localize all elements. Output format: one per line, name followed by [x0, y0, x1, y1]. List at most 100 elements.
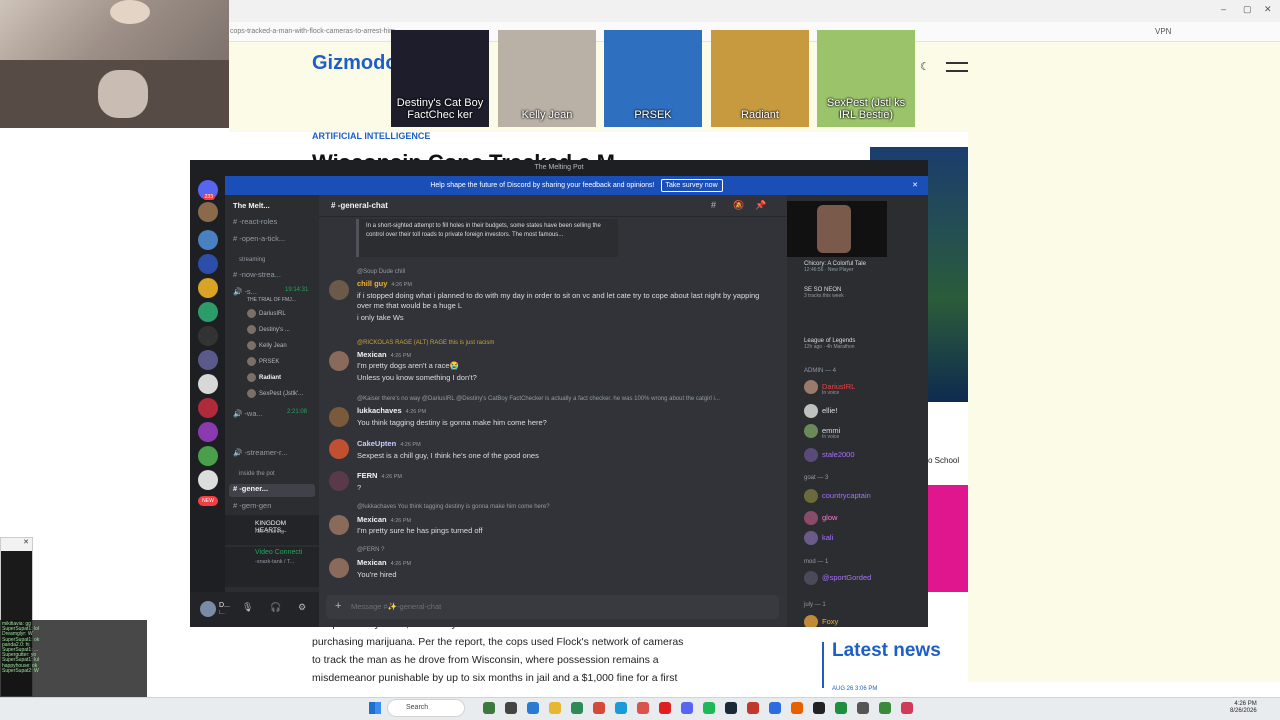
- avatar[interactable]: [329, 471, 349, 491]
- pin-icon[interactable]: 📌: [755, 200, 766, 211]
- channel-gem-gen[interactable]: # -gem-gen: [233, 501, 271, 510]
- server-icon[interactable]: [198, 202, 218, 222]
- ad-image[interactable]: [928, 485, 968, 592]
- taskbar-app-icon[interactable]: [505, 702, 517, 714]
- avatar[interactable]: [329, 558, 349, 578]
- taskbar-app-icon[interactable]: [747, 702, 759, 714]
- taskbar-app-icon[interactable]: [901, 702, 913, 714]
- add-attachment-icon[interactable]: +: [335, 600, 341, 612]
- server-icon[interactable]: [198, 374, 218, 394]
- taskbar-app-icon[interactable]: [549, 702, 561, 714]
- member-item[interactable]: countrycaptain: [804, 489, 871, 503]
- taskbar-app-icon[interactable]: [813, 702, 825, 714]
- voice-channel[interactable]: 🔊 -s...: [233, 287, 257, 296]
- channel-streamer-r[interactable]: 🔊 -streamer-r...: [233, 448, 287, 457]
- taskbar-app-icon[interactable]: [483, 702, 495, 714]
- activity-panel[interactable]: KINGDOM HEARTS... Not Sharing: [225, 515, 319, 545]
- voice-user[interactable]: DariusIRL: [247, 309, 286, 318]
- member-activity[interactable]: League of Legends 12h ago · 4h Marathon: [804, 338, 855, 350]
- member-item[interactable]: glow: [804, 511, 837, 525]
- avatar[interactable]: [200, 601, 216, 617]
- reply-preview[interactable]: @lukkachaves You think tagging destiny i…: [357, 504, 550, 510]
- member-activity[interactable]: Chicory: A Colorful Tale 12:46:56 · New P…: [804, 261, 866, 273]
- member-item[interactable]: emmi In voice: [804, 424, 840, 440]
- taskbar-app-icon[interactable]: [835, 702, 847, 714]
- voice-panel[interactable]: Video Connecti -snark-tank / T...: [225, 547, 319, 587]
- server-name[interactable]: The Melt...: [233, 201, 270, 210]
- taskbar-search[interactable]: Search: [387, 699, 465, 717]
- taskbar-app-icon[interactable]: [879, 702, 891, 714]
- new-badge[interactable]: NEW: [198, 496, 218, 506]
- taskbar-app-icon[interactable]: [637, 702, 649, 714]
- taskbar-app-icon[interactable]: [593, 702, 605, 714]
- taskbar-app-icon[interactable]: [659, 702, 671, 714]
- server-icon[interactable]: [198, 254, 218, 274]
- taskbar-app-icon[interactable]: [571, 702, 583, 714]
- link-embed[interactable]: In a short-sighted attempt to fill holes…: [356, 219, 618, 257]
- headphones-icon[interactable]: 🎧: [270, 602, 281, 613]
- close-icon[interactable]: ✕: [1, 538, 32, 551]
- side-headline-fragment[interactable]: o School: [928, 456, 959, 465]
- member-item[interactable]: DariusIRL In voice: [804, 380, 855, 396]
- stream-preview[interactable]: [787, 201, 887, 257]
- category-streaming[interactable]: streaming: [239, 257, 265, 263]
- avatar[interactable]: [329, 280, 349, 300]
- message-author[interactable]: CakeUpten 4:26 PM: [357, 439, 421, 448]
- close-icon[interactable]: ✕: [912, 176, 918, 195]
- taskbar-app-icon[interactable]: [527, 702, 539, 714]
- channel-react-roles[interactable]: # -react-roles: [233, 217, 277, 226]
- discord-taskbar-icon[interactable]: [681, 702, 693, 714]
- message-author[interactable]: chill guy 4:26 PM: [357, 279, 412, 288]
- voice-user[interactable]: Destiny's ...: [247, 325, 290, 334]
- taskbar-app-icon[interactable]: [857, 702, 869, 714]
- channel-now-streaming[interactable]: # -now-strea...: [233, 270, 281, 279]
- server-icon[interactable]: [198, 302, 218, 322]
- message-author[interactable]: Mexican 4:26 PM: [357, 350, 411, 359]
- url-text[interactable]: cops-tracked-a-man-with-flock-cameras-to…: [230, 28, 395, 35]
- article-category[interactable]: ARTIFICIAL INTELLIGENCE: [312, 131, 430, 141]
- taskbar-app-icon[interactable]: [791, 702, 803, 714]
- message-author[interactable]: Mexican 4:26 PM: [357, 558, 411, 567]
- voice-user[interactable]: Radiant: [247, 373, 281, 382]
- server-icon[interactable]: [198, 350, 218, 370]
- avatar[interactable]: [329, 515, 349, 535]
- server-icon[interactable]: [198, 398, 218, 418]
- steam-taskbar-icon[interactable]: [725, 702, 737, 714]
- site-logo[interactable]: Gizmodo: [312, 52, 398, 75]
- windows-start-icon[interactable]: [369, 702, 381, 714]
- settings-icon[interactable]: ⚙: [298, 602, 306, 613]
- maximize-button[interactable]: ▢: [1243, 4, 1252, 15]
- reply-preview[interactable]: @Soup Dude chill: [357, 269, 405, 275]
- message-author[interactable]: lukkachaves 4:26 PM: [357, 406, 426, 415]
- system-clock[interactable]: 4:26 PM 8/26/2026: [1230, 701, 1257, 715]
- close-button[interactable]: ✕: [1264, 4, 1272, 15]
- member-item[interactable]: @sportGorded: [804, 571, 871, 585]
- voice-user[interactable]: Kelly Jean: [247, 341, 287, 350]
- server-icon[interactable]: 233: [198, 180, 218, 200]
- channel-open-ticket[interactable]: # -open-a-tick...: [233, 234, 285, 243]
- notification-icon[interactable]: 🔕: [733, 200, 744, 211]
- reply-preview[interactable]: @Kaiser there's no way @DariusIRL @Desti…: [357, 396, 720, 402]
- reply-preview[interactable]: @RICKOLAS RAGE (ALT) RAGE this is just r…: [357, 340, 494, 346]
- member-item[interactable]: Foxy: [804, 615, 838, 627]
- reply-preview[interactable]: @FERN ?: [357, 547, 384, 553]
- voice-channel[interactable]: 🔊 -wa...: [233, 409, 263, 418]
- server-icon[interactable]: [198, 422, 218, 442]
- spotify-taskbar-icon[interactable]: [703, 702, 715, 714]
- avatar[interactable]: [329, 351, 349, 371]
- member-item[interactable]: kali: [804, 531, 833, 545]
- member-item[interactable]: stale2000: [804, 448, 855, 462]
- server-icon[interactable]: [198, 446, 218, 466]
- server-icon[interactable]: [198, 278, 218, 298]
- message-author[interactable]: Mexican 4:26 PM: [357, 515, 411, 524]
- avatar[interactable]: [329, 407, 349, 427]
- dark-mode-icon[interactable]: ☾: [920, 60, 930, 73]
- server-icon[interactable]: [198, 326, 218, 346]
- category-inside-the-pot[interactable]: inside the pot: [239, 471, 275, 477]
- menu-icon[interactable]: [946, 62, 968, 72]
- threads-icon[interactable]: #: [711, 200, 716, 210]
- voice-user[interactable]: PRSEK: [247, 357, 279, 366]
- mute-icon[interactable]: 🎙: [242, 602, 253, 613]
- taskbar-app-icon[interactable]: [769, 702, 781, 714]
- server-icon[interactable]: [198, 470, 218, 490]
